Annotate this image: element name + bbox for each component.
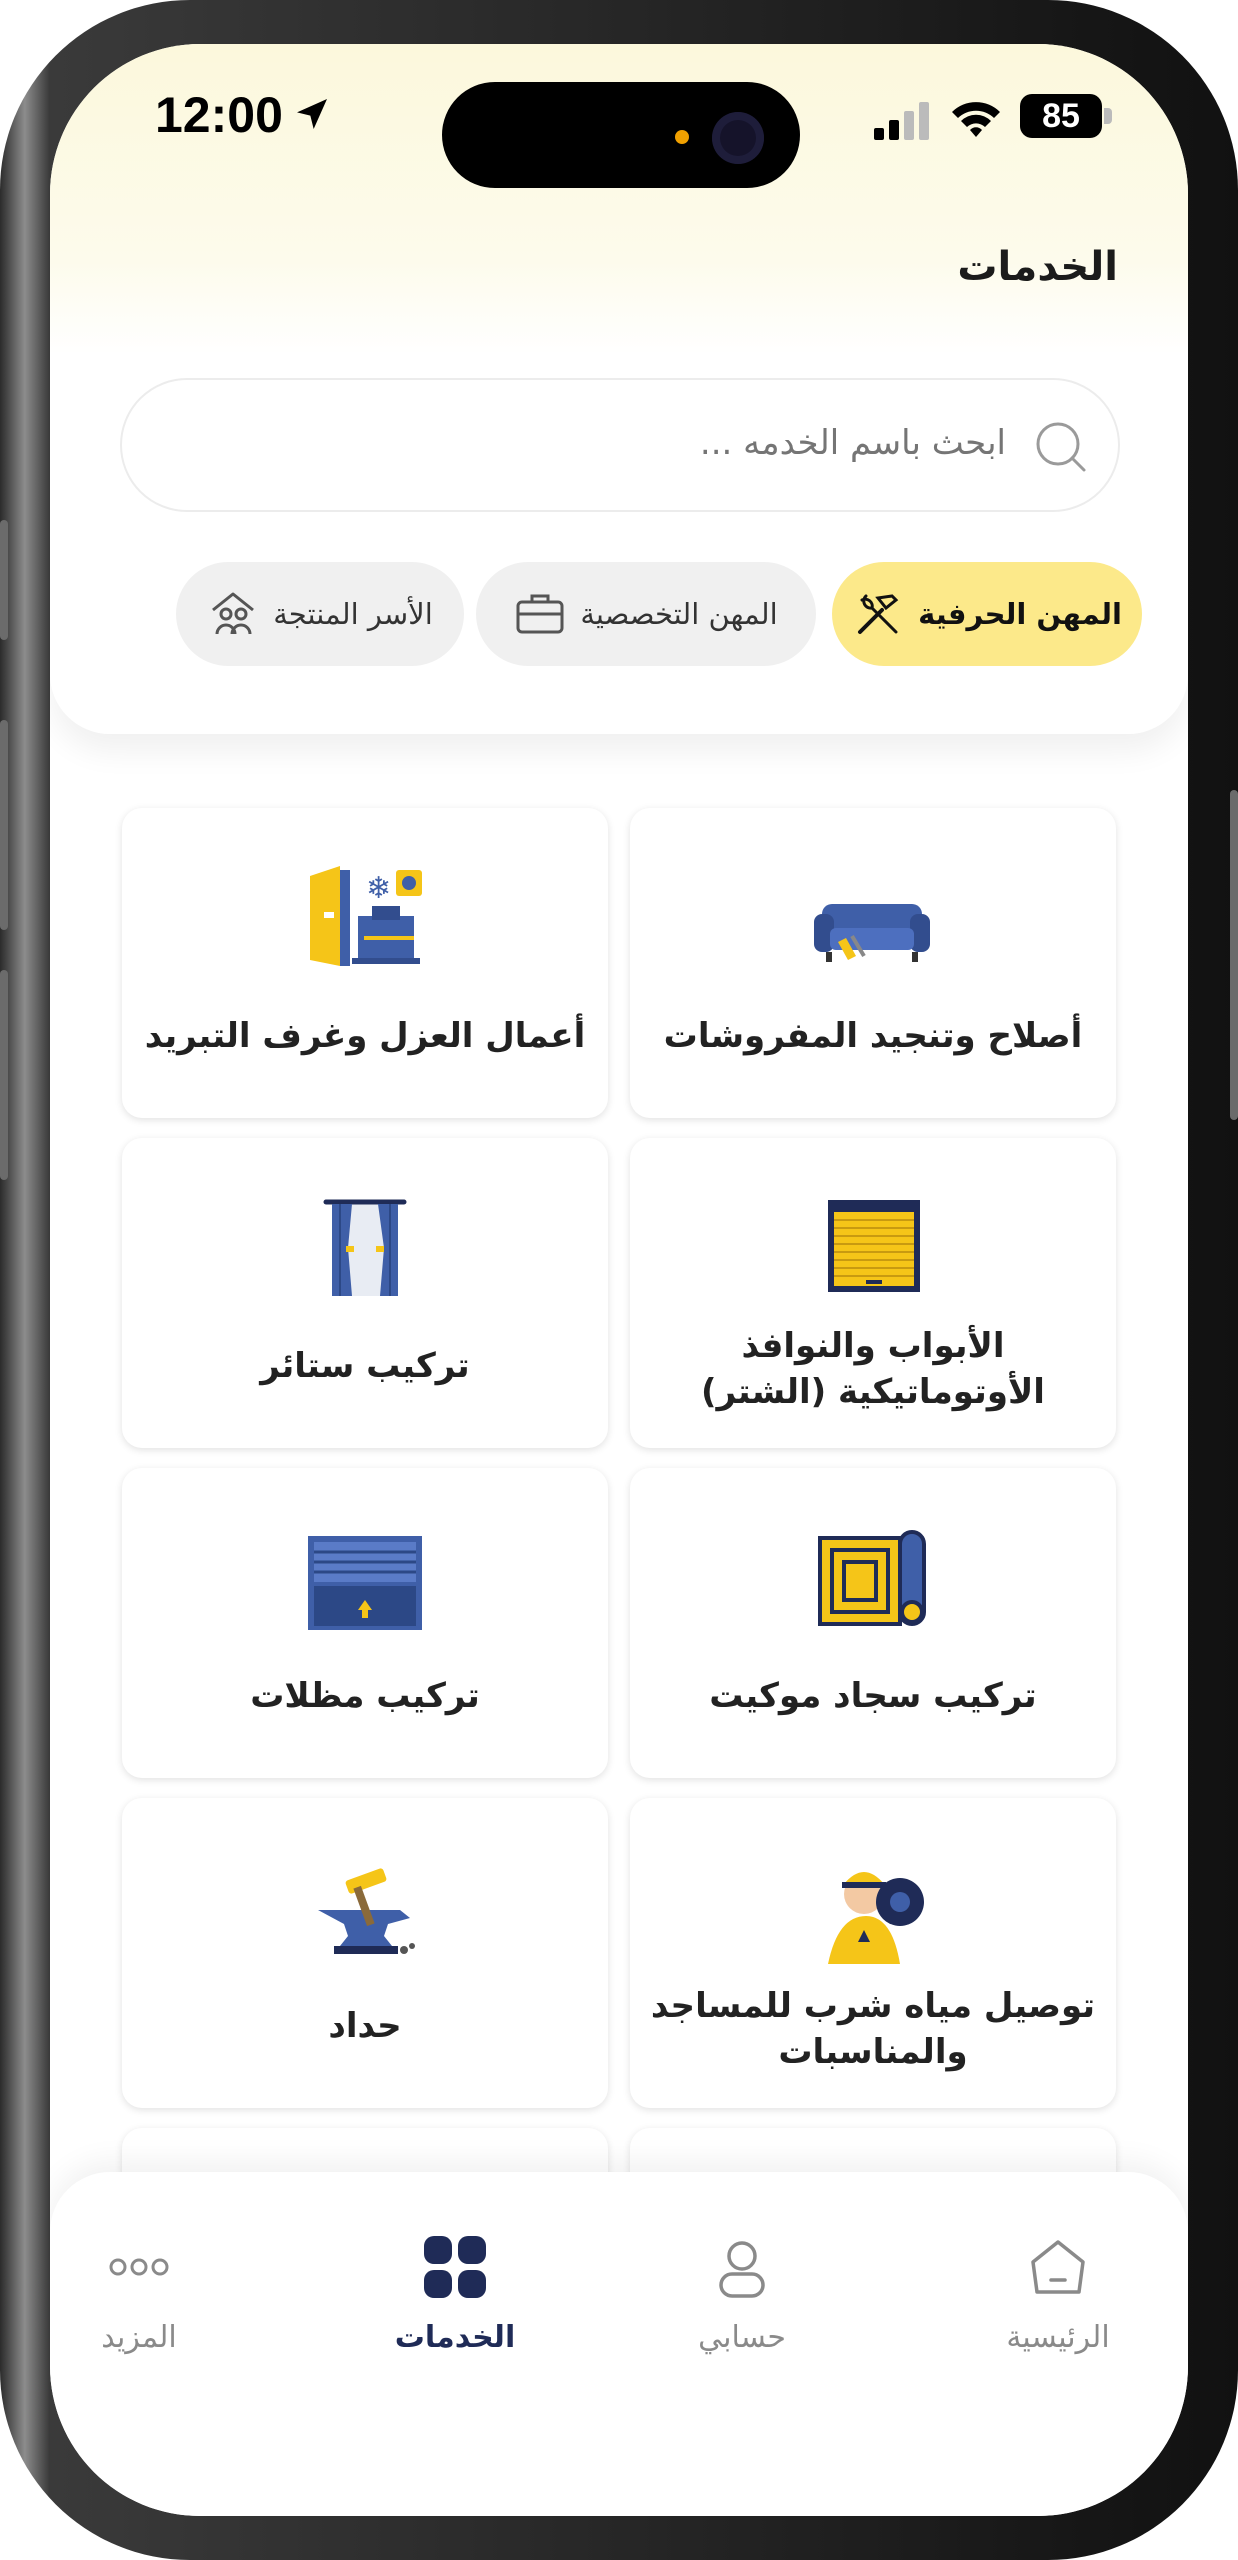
wifi-icon <box>952 102 1000 137</box>
battery-indicator: 85 <box>1020 94 1102 138</box>
search-input[interactable] <box>304 422 1008 464</box>
service-label: أعمال العزل وغرف التبريد <box>144 1016 586 1056</box>
nav-label: المزيد <box>101 2320 177 2355</box>
carpet-roll-icon <box>818 1530 926 1626</box>
search-icon <box>1036 422 1086 472</box>
service-label: الأبواب والنوافذ الأوتوماتيكية (الشتر) <box>701 1326 1045 1412</box>
service-card[interactable]: ❄ أعمال العزل وغرف التبريد <box>122 808 608 1118</box>
grid-icon <box>424 2236 486 2298</box>
service-card[interactable]: تركيب سجاد موكيت <box>630 1468 1116 1778</box>
awning-icon <box>308 1536 422 1630</box>
water-delivery-icon <box>828 1872 924 1964</box>
roller-shutter-icon <box>828 1200 920 1292</box>
service-card[interactable]: حداد <box>122 1798 608 2108</box>
privacy-indicator <box>675 130 689 144</box>
service-card[interactable]: تركيب ستائر <box>122 1138 608 1448</box>
tools-icon <box>858 594 899 634</box>
insulation-cold-room-icon: ❄ <box>310 866 422 966</box>
service-card[interactable]: الأبواب والنوافذ الأوتوماتيكية (الشتر) <box>630 1138 1116 1448</box>
service-label: تركيب مظلات <box>250 1676 480 1716</box>
screen: 12:00 85 الخدمات المهن الحرفية <box>50 44 1188 2516</box>
filter-chip-label: المهن التخصصية <box>580 597 778 631</box>
nav-label: حسابي <box>698 2320 786 2355</box>
service-label: تركيب ستائر <box>260 1346 470 1386</box>
status-time: 12:00 <box>155 87 283 143</box>
search-bar[interactable] <box>120 378 1120 512</box>
service-label: حداد <box>328 2006 402 2046</box>
nav-label: الخدمات <box>394 2320 516 2355</box>
nav-services[interactable]: الخدمات <box>375 2232 535 2355</box>
home-icon <box>1031 2240 1085 2294</box>
nav-more[interactable]: المزيد <box>59 2232 219 2355</box>
service-label: توصيل مياه شرب للمساجد والمناسبات <box>650 1986 1096 2072</box>
family-home-icon <box>212 592 255 635</box>
location-arrow-icon <box>297 99 327 129</box>
service-card[interactable]: أصلاح وتنجيد المفروشات <box>630 808 1116 1118</box>
briefcase-icon <box>516 594 564 634</box>
volume-down-button <box>0 970 8 1180</box>
service-label: تركيب سجاد موكيت <box>709 1676 1037 1716</box>
page-title: الخدمات <box>957 244 1118 290</box>
filter-chip-label: الأسر المنتجة <box>273 597 433 631</box>
bottom-nav: الرئيسية حسابي الخدمات المزيد <box>50 2172 1188 2516</box>
status-bar: 12:00 85 <box>50 44 1188 194</box>
filter-chip-specialized[interactable]: المهن التخصصية <box>476 562 816 666</box>
svg-text:❄: ❄ <box>366 871 391 906</box>
filter-chip-productive-families[interactable]: الأسر المنتجة <box>176 562 464 666</box>
more-dots-icon <box>109 2258 169 2276</box>
camera-lens <box>712 112 764 164</box>
nav-home[interactable]: الرئيسية <box>978 2232 1138 2355</box>
service-card[interactable]: تركيب مظلات <box>122 1468 608 1778</box>
nav-account[interactable]: حسابي <box>662 2232 822 2355</box>
service-label: أصلاح وتنجيد المفروشات <box>663 1016 1083 1056</box>
filter-chip-crafts[interactable]: المهن الحرفية <box>832 562 1142 666</box>
cellular-signal-icon <box>874 102 929 140</box>
anvil-hammer-icon <box>318 1868 415 1954</box>
battery-tip <box>1104 108 1112 124</box>
nav-label: الرئيسية <box>1006 2320 1110 2355</box>
mute-switch <box>0 520 8 640</box>
filter-chip-label: المهن الحرفية <box>918 597 1122 631</box>
curtains-icon <box>323 1199 407 1296</box>
power-button <box>1230 790 1238 1120</box>
sofa-upholstery-icon <box>814 904 930 962</box>
user-icon <box>719 2241 765 2298</box>
service-card[interactable]: توصيل مياه شرب للمساجد والمناسبات <box>630 1798 1116 2108</box>
volume-up-button <box>0 720 8 930</box>
